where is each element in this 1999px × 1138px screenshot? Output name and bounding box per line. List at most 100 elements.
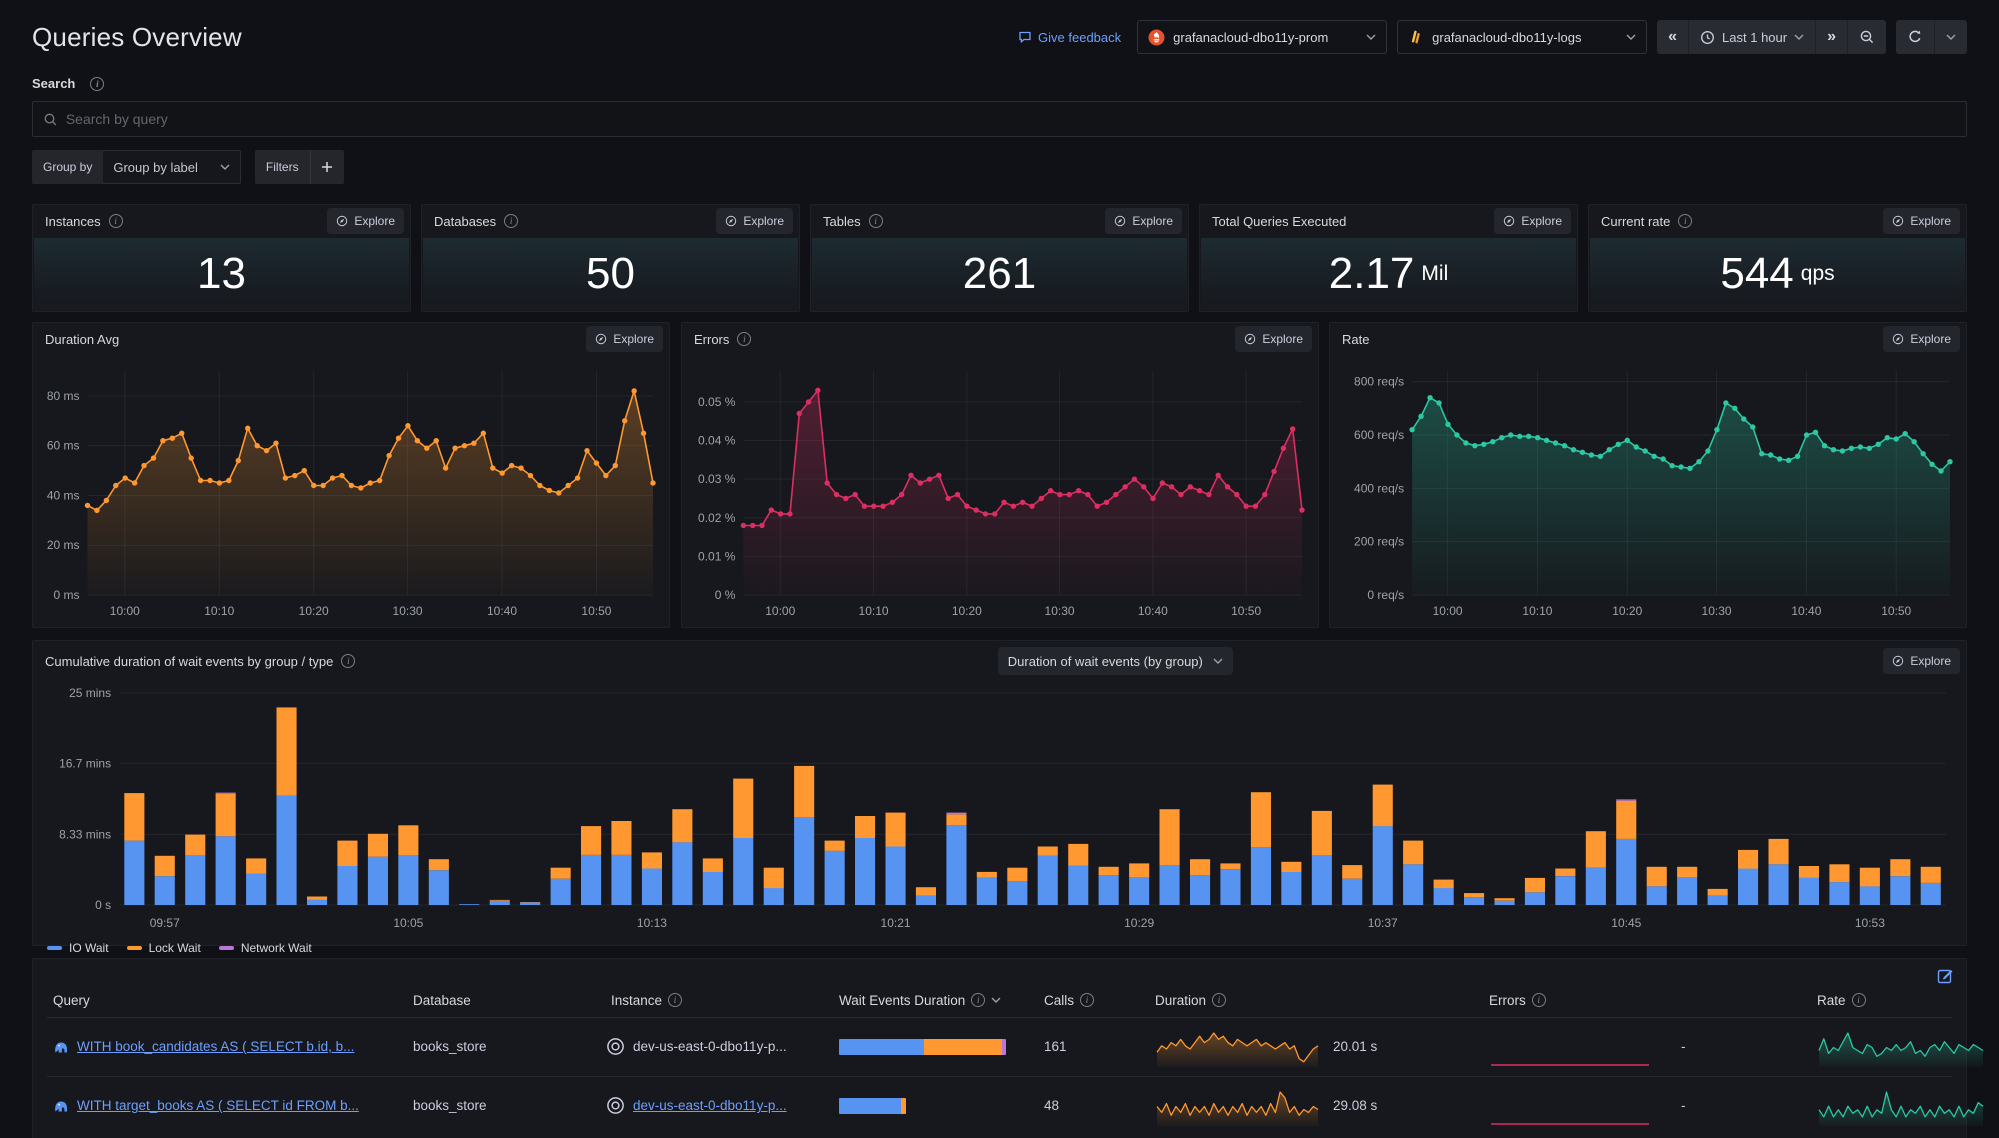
duration-sparkline (1155, 1086, 1320, 1128)
column-header-instance[interactable]: Instance (611, 985, 682, 1015)
column-header-rate[interactable]: Rate (1817, 985, 1866, 1015)
refresh-button[interactable] (1896, 20, 1935, 54)
compass-icon (1892, 333, 1904, 345)
info-icon[interactable] (737, 332, 751, 346)
filters-control: Filters (255, 150, 344, 184)
legend-item-lock-wait[interactable]: Lock Wait (127, 941, 201, 955)
info-icon[interactable] (109, 214, 123, 228)
legend-item-network-wait[interactable]: Network Wait (219, 941, 312, 955)
top-toolbar: Give feedback grafanacloud-dbo11y-prom g… (1018, 20, 1967, 54)
postgres-icon (53, 1098, 69, 1114)
instance-link[interactable]: dev-us-east-0-dbo11y-p... (633, 1098, 787, 1113)
info-icon[interactable] (1678, 214, 1692, 228)
filters-label: Filters (255, 150, 310, 184)
svg-text:0.03 %: 0.03 % (698, 472, 736, 486)
give-feedback-label: Give feedback (1038, 30, 1121, 45)
compass-icon (1503, 215, 1515, 227)
column-header-errors[interactable]: Errors (1489, 985, 1546, 1015)
wait-events-bar (839, 1039, 1006, 1055)
table-row: WITH target_books AS ( SELECT id FROM b.… (33, 1077, 1966, 1135)
column-header-query[interactable]: Query (53, 985, 90, 1015)
comment-bubble-icon (1018, 30, 1032, 44)
info-icon[interactable] (504, 214, 518, 228)
explore-label: Explore (1910, 214, 1951, 228)
svg-text:0 %: 0 % (715, 588, 736, 602)
explore-button[interactable]: Explore (1883, 648, 1960, 674)
svg-text:0 ms: 0 ms (53, 588, 79, 602)
info-icon[interactable] (1852, 993, 1866, 1007)
explore-button[interactable]: Explore (327, 208, 404, 234)
errors-value: - (1681, 1039, 1686, 1054)
queries-table-panel: Query Database Instance Wait Events Dura… (32, 958, 1967, 1138)
time-shift-forward-button[interactable]: » (1816, 20, 1848, 54)
time-range-picker[interactable]: Last 1 hour (1689, 20, 1816, 54)
svg-text:10:10: 10:10 (859, 604, 889, 618)
info-icon[interactable] (1532, 993, 1546, 1007)
stat-value: 50 (586, 252, 635, 296)
add-filter-button[interactable] (310, 150, 344, 184)
info-icon[interactable] (971, 993, 985, 1007)
info-icon[interactable] (1212, 993, 1226, 1007)
errors-chart[interactable]: 0 %0.01 %0.02 %0.03 %0.04 %0.05 %10:0010… (688, 357, 1312, 623)
info-icon[interactable] (869, 214, 883, 228)
column-header-wait-events[interactable]: Wait Events Duration (839, 985, 1001, 1015)
datasource-picker-prometheus[interactable]: grafanacloud-dbo11y-prom (1137, 20, 1387, 54)
column-header-duration[interactable]: Duration (1155, 985, 1226, 1015)
svg-text:10:40: 10:40 (1138, 604, 1168, 618)
refresh-interval-dropdown[interactable] (1935, 20, 1967, 54)
errors-sparkline (1489, 1086, 1651, 1128)
info-icon[interactable] (1080, 993, 1094, 1007)
svg-text:10:50: 10:50 (1231, 604, 1261, 618)
wait-events-bar-chart[interactable]: 0 s8.33 mins16.7 mins25 mins09:5710:0510… (43, 685, 1952, 935)
info-icon[interactable] (90, 77, 104, 91)
edit-panel-icon[interactable] (1937, 967, 1954, 984)
panel-title: Duration Avg (45, 332, 119, 347)
legend-swatch (127, 946, 142, 950)
plus-icon (321, 161, 333, 173)
search-input[interactable] (66, 111, 1956, 127)
explore-button[interactable]: Explore (1105, 208, 1182, 234)
explore-button[interactable]: Explore (1883, 208, 1960, 234)
panel-title: Errors (694, 332, 729, 347)
explore-button[interactable]: Explore (586, 326, 663, 352)
svg-text:10:10: 10:10 (204, 604, 234, 618)
stat-unit: Mil (1421, 262, 1448, 286)
forward-arrows: » (1827, 28, 1836, 46)
give-feedback-link[interactable]: Give feedback (1018, 30, 1121, 45)
stat-title: Instances (45, 214, 101, 229)
chevron-down-icon (1946, 34, 1956, 40)
info-icon[interactable] (668, 993, 682, 1007)
datasource-logs-value: grafanacloud-dbo11y-logs (1432, 30, 1581, 45)
svg-text:10:00: 10:00 (110, 604, 140, 618)
calls-cell: 48 (1044, 1098, 1059, 1113)
duration-avg-chart[interactable]: 0 ms20 ms40 ms60 ms80 ms10:0010:1010:201… (39, 357, 663, 623)
svg-text:25 mins: 25 mins (69, 686, 111, 700)
legend-item-io-wait[interactable]: IO Wait (47, 941, 109, 955)
chart-legend: IO Wait Lock Wait Network Wait (47, 941, 312, 955)
search-box (32, 101, 1967, 137)
wait-events-metric-value: Duration of wait events (by group) (1008, 654, 1203, 669)
svg-text:09:57: 09:57 (150, 916, 180, 930)
datasource-picker-logs[interactable]: grafanacloud-dbo11y-logs (1397, 20, 1647, 54)
loki-icon (1408, 29, 1424, 45)
query-link[interactable]: WITH target_books AS ( SELECT id FROM b.… (77, 1098, 359, 1113)
query-link[interactable]: WITH book_candidates AS ( SELECT b.id, b… (77, 1039, 354, 1054)
svg-text:800 req/s: 800 req/s (1354, 375, 1404, 389)
time-shift-back-button[interactable]: « (1657, 20, 1689, 54)
wait-events-metric-dropdown[interactable]: Duration of wait events (by group) (998, 647, 1233, 675)
column-header-calls[interactable]: Calls (1044, 985, 1094, 1015)
explore-button[interactable]: Explore (1883, 326, 1960, 352)
stat-title: Tables (823, 214, 861, 229)
column-header-database[interactable]: Database (413, 985, 471, 1015)
svg-text:16.7 mins: 16.7 mins (59, 756, 111, 770)
group-by-select[interactable]: Group by label (103, 150, 241, 184)
legend-swatch (47, 946, 62, 950)
explore-label: Explore (1910, 654, 1951, 668)
zoom-out-button[interactable] (1848, 20, 1886, 54)
explore-button[interactable]: Explore (716, 208, 793, 234)
explore-button[interactable]: Explore (1494, 208, 1571, 234)
rate-chart[interactable]: 0 req/s200 req/s400 req/s600 req/s800 re… (1336, 357, 1960, 623)
duration-sparkline (1155, 1027, 1320, 1069)
info-icon[interactable] (341, 654, 355, 668)
explore-button[interactable]: Explore (1235, 326, 1312, 352)
